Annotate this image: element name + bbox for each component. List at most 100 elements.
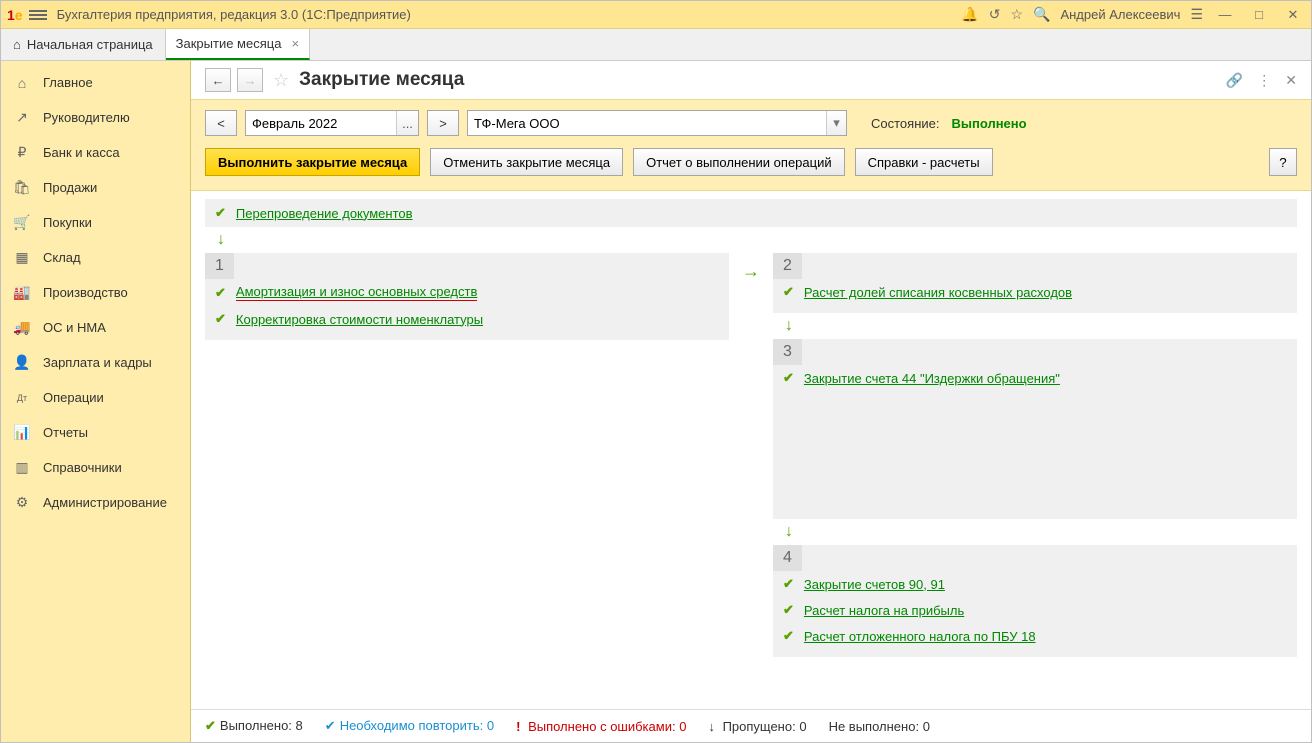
check-icon: ✔ — [205, 718, 216, 733]
check-icon: ✔ — [783, 576, 794, 592]
bag-icon: 🛍 — [13, 179, 31, 196]
favorite-star-icon[interactable]: ☆ — [273, 70, 289, 91]
sidebar-item-admin[interactable]: ⚙ Администрирование — [1, 485, 190, 520]
sidebar-item-hr[interactable]: 👤Зарплата и кадры — [1, 345, 190, 380]
stage-3-number: 3 — [773, 339, 802, 365]
sidebar-item-label: ОС и НМА — [43, 320, 106, 335]
sidebar-item-directories[interactable]: ▥Справочники — [1, 450, 190, 485]
sidebar-item-operations[interactable]: Дт Операции — [1, 380, 190, 415]
home-icon: ⌂ — [13, 75, 31, 91]
close-account-44-link[interactable]: Закрытие счета 44 "Издержки обращения" — [804, 371, 1060, 386]
sidebar-item-purchases[interactable]: 🛒Покупки — [1, 205, 190, 240]
history-icon[interactable]: ↺ — [989, 6, 1001, 23]
tab-closing-month[interactable]: Закрытие месяца × — [166, 29, 310, 60]
link-icon[interactable]: 🔗 — [1226, 72, 1243, 89]
chart-icon: ↗ — [13, 109, 31, 126]
sidebar-item-reports[interactable]: 📊 Отчеты — [1, 415, 190, 450]
bell-icon[interactable]: 🔔 — [961, 6, 978, 23]
profit-tax-link[interactable]: Расчет налога на прибыль — [804, 603, 964, 618]
cancel-close-month-button[interactable]: Отменить закрытие месяца — [430, 148, 623, 176]
sidebar-item-warehouse[interactable]: ▦ Склад — [1, 240, 190, 275]
references-calculations-button[interactable]: Справки - расчеты — [855, 148, 993, 176]
status-value: Выполнено — [951, 116, 1026, 131]
period-input-wrap: ... — [245, 110, 419, 136]
stage-2-number: 2 — [773, 253, 802, 279]
stage-2-box: 2 ✔Расчет долей списания косвенных расхо… — [773, 253, 1297, 313]
search-icon[interactable]: 🔍 — [1033, 6, 1050, 23]
sidebar-item-label: Администрирование — [43, 495, 167, 510]
organization-input[interactable] — [468, 111, 826, 135]
sidebar-item-main[interactable]: ⌂Главное — [1, 65, 190, 100]
organization-wrap: ▾ — [467, 110, 847, 136]
maximize-button[interactable]: □ — [1247, 7, 1271, 22]
more-icon[interactable]: ⋮ — [1257, 72, 1271, 89]
sidebar-item-label: Операции — [43, 390, 104, 405]
operations-report-button[interactable]: Отчет о выполнении операций — [633, 148, 845, 176]
sidebar-item-production[interactable]: 🏭Производство — [1, 275, 190, 310]
pre-stage-reposting: ✔ Перепроведение документов — [205, 199, 1297, 227]
stat-errors: ! Выполнено с ошибками: 0 — [516, 719, 686, 734]
close-window-button[interactable]: ✕ — [1281, 7, 1305, 23]
stage-3-box: 3 ✔Закрытие счета 44 "Издержки обращения… — [773, 339, 1297, 519]
factory-icon: 🏭 — [13, 284, 31, 301]
sidebar-item-label: Склад — [43, 250, 81, 265]
nav-back-button[interactable]: ← — [205, 68, 231, 92]
stat-skipped: ↓ Пропущено: 0 — [708, 719, 806, 734]
page-header: ← → ☆ Закрытие месяца 🔗 ⋮ ✕ — [191, 61, 1311, 99]
grid-icon: ▦ — [13, 249, 31, 266]
deferred-tax-link[interactable]: Расчет отложенного налога по ПБУ 18 — [804, 629, 1036, 644]
filter-panel: < ... > ▾ Состояние: Выполнено Выполнить… — [191, 99, 1311, 191]
bars-icon: 📊 — [13, 424, 31, 441]
check-icon: ✔ — [783, 628, 794, 644]
stat-notdone: Не выполнено: 0 — [829, 719, 930, 734]
minimize-button[interactable]: — — [1213, 7, 1237, 22]
nav-forward-button[interactable]: → — [237, 68, 263, 92]
tab-home[interactable]: ⌂ Начальная страница — [1, 29, 166, 60]
home-icon: ⌂ — [13, 37, 21, 52]
stage-1-number: 1 — [205, 253, 234, 279]
sidebar-item-bank[interactable]: ₽Банк и касса — [1, 135, 190, 170]
window-title: Бухгалтерия предприятия, редакция 3.0 (1… — [57, 7, 962, 22]
sidebar-item-assets[interactable]: 🚚 ОС и НМА — [1, 310, 190, 345]
check-icon: ✔ — [215, 285, 226, 301]
sidebar: ⌂Главное ↗ Руководителю ₽Банк и касса 🛍Пр… — [1, 61, 191, 742]
sidebar-item-label: Банк и касса — [43, 145, 120, 160]
status-label: Состояние: — [871, 116, 939, 131]
cost-adjustment-link[interactable]: Корректировка стоимости номенклатуры — [236, 312, 483, 327]
reposting-documents-link[interactable]: Перепроведение документов — [236, 206, 413, 221]
arrow-down-icon: ↓ — [217, 231, 1297, 249]
main-menu-button[interactable] — [29, 10, 47, 20]
sidebar-item-sales[interactable]: 🛍Продажи — [1, 170, 190, 205]
arrow-right-icon: → — [742, 261, 760, 282]
stat-done: ✔Выполнено: 8 — [205, 718, 303, 734]
period-input[interactable] — [246, 111, 396, 135]
star-icon[interactable]: ☆ — [1010, 6, 1023, 23]
period-prev-button[interactable]: < — [205, 110, 237, 136]
check-icon: ✔ — [325, 718, 336, 733]
title-bar: 1e Бухгалтерия предприятия, редакция 3.0… — [1, 1, 1311, 29]
sidebar-item-label: Отчеты — [43, 425, 88, 440]
stage-4-number: 4 — [773, 545, 802, 571]
tab-close-icon[interactable]: × — [291, 36, 299, 51]
period-choose-button[interactable]: ... — [396, 111, 418, 135]
settings-icon[interactable]: ☰ — [1190, 6, 1203, 23]
tab-home-label: Начальная страница — [27, 37, 153, 52]
organization-dropdown-button[interactable]: ▾ — [826, 111, 846, 135]
person-icon: 👤 — [13, 354, 31, 371]
stat-repeat: ✔Необходимо повторить: 0 — [325, 718, 494, 734]
sidebar-item-label: Руководителю — [43, 110, 130, 125]
gear-icon: ⚙ — [13, 494, 31, 511]
period-next-button[interactable]: > — [427, 110, 459, 136]
close-page-icon[interactable]: ✕ — [1285, 72, 1297, 89]
sidebar-item-manager[interactable]: ↗ Руководителю — [1, 100, 190, 135]
close-accounts-90-91-link[interactable]: Закрытие счетов 90, 91 — [804, 577, 945, 592]
depreciation-link[interactable]: Амортизация и износ основных средств — [236, 284, 477, 301]
check-icon: ✔ — [215, 205, 226, 221]
truck-icon: 🚚 — [13, 319, 31, 336]
debit-credit-icon: Дт — [13, 393, 31, 403]
stage-4-box: 4 ✔ Закрытие счетов 90, 91 ✔ Расчет налога… — [773, 545, 1297, 657]
user-name[interactable]: Андрей Алексеевич — [1060, 7, 1180, 22]
execute-close-month-button[interactable]: Выполнить закрытие месяца — [205, 148, 420, 176]
help-button[interactable]: ? — [1269, 148, 1297, 176]
indirect-costs-link[interactable]: Расчет долей списания косвенных расходов — [804, 285, 1072, 300]
